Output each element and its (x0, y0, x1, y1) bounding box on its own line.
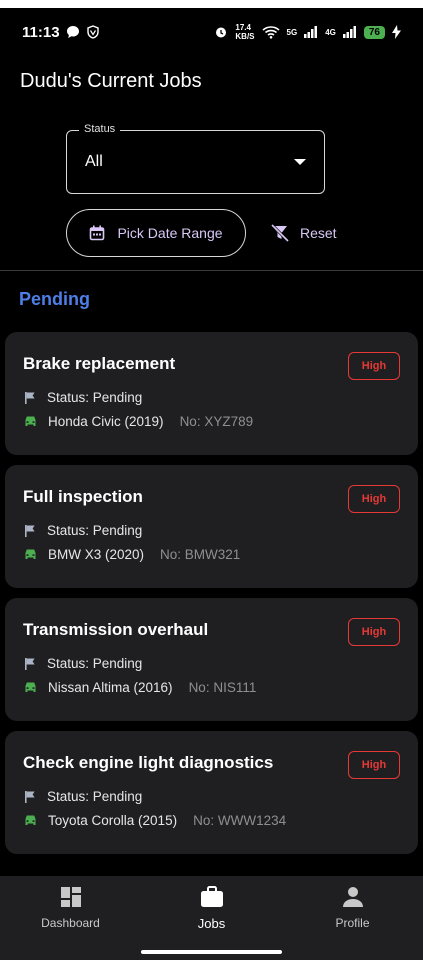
job-status-row: Status: Pending (23, 390, 400, 405)
job-card[interactable]: Check engine light diagnostics High Stat… (5, 731, 418, 854)
flag-icon (23, 524, 37, 538)
job-plate: No: WWW1234 (193, 813, 287, 828)
job-status-row: Status: Pending (23, 789, 400, 804)
signal-icon-1 (304, 26, 318, 38)
filter-off-icon (270, 224, 290, 242)
section-title-pending: Pending (19, 289, 90, 309)
briefcase-icon (200, 886, 224, 908)
job-status-text: Status: Pending (47, 523, 143, 538)
nav-jobs-label: Jobs (197, 916, 226, 931)
job-vehicle-row: Nissan Altima (2016) No: NIS111 (23, 680, 400, 695)
flag-icon (23, 790, 37, 804)
job-status-text: Status: Pending (47, 789, 143, 804)
priority-badge: High (348, 485, 400, 513)
job-card[interactable]: Transmission overhaul High Status: Pendi… (5, 598, 418, 721)
car-icon (23, 681, 38, 694)
priority-badge: High (348, 751, 400, 779)
status-label: Status (79, 123, 121, 135)
dashboard-icon (60, 886, 82, 908)
job-card[interactable]: Brake replacement High Status: Pending H… (5, 332, 418, 455)
net-5g: 5G (286, 27, 298, 37)
caret-down-icon (294, 159, 306, 165)
car-icon (23, 415, 38, 428)
nav-dashboard-label: Dashboard (41, 916, 100, 930)
status-selected-value: All (85, 153, 103, 170)
job-vehicle-row: BMW X3 (2020) No: BMW321 (23, 547, 400, 562)
alarm-icon (214, 25, 228, 39)
job-list: Brake replacement High Status: Pending H… (5, 332, 418, 864)
person-icon (342, 886, 364, 908)
status-right: 17.4 KB/S 5G 4G 76 (214, 23, 401, 41)
pick-date-range-label: Pick Date Range (117, 225, 223, 241)
screen: 11:13 17.4 KB/S 5G 4G 76 Dudu's Current … (0, 0, 423, 960)
nav-dashboard[interactable]: Dashboard (11, 886, 131, 930)
car-icon (23, 814, 38, 827)
net-speed-value: 17.4 (235, 23, 251, 32)
car-icon (23, 548, 38, 561)
job-vehicle: Nissan Altima (2016) (48, 680, 173, 695)
wifi-icon (262, 25, 280, 39)
battery-level: 76 (363, 25, 385, 39)
clock: 11:13 (22, 23, 60, 41)
status-left: 11:13 (22, 24, 100, 41)
job-card[interactable]: Full inspection High Status: Pending BMW… (5, 465, 418, 588)
net-speed: 17.4 KB/S (235, 23, 254, 41)
job-vehicle-row: Toyota Corolla (2015) No: WWW1234 (23, 813, 400, 828)
job-status-text: Status: Pending (47, 656, 143, 671)
net-speed-unit: KB/S (235, 32, 255, 41)
page-title: Dudu's Current Jobs (20, 70, 202, 92)
status-dropdown[interactable]: Status All (66, 123, 325, 194)
job-title: Full inspection (23, 487, 143, 506)
job-status-row: Status: Pending (23, 656, 400, 671)
net-4g: 4G (325, 27, 336, 37)
status-bar: 11:13 17.4 KB/S 5G 4G 76 (0, 14, 423, 50)
flag-icon (23, 657, 37, 671)
nav-jobs[interactable]: Jobs (152, 886, 272, 931)
job-vehicle: BMW X3 (2020) (48, 547, 145, 562)
top-edge (0, 0, 423, 8)
pick-date-range-button[interactable]: Pick Date Range (66, 209, 246, 257)
calendar-icon (89, 225, 105, 241)
charging-icon (392, 25, 401, 39)
job-vehicle-row: Honda Civic (2019) No: XYZ789 (23, 414, 400, 429)
nav-profile-label: Profile (335, 916, 370, 930)
reset-label: Reset (300, 225, 337, 241)
shield-icon (86, 25, 100, 39)
job-title: Transmission overhaul (23, 620, 209, 639)
job-title: Brake replacement (23, 354, 176, 373)
priority-badge: High (348, 352, 400, 380)
job-plate: No: BMW321 (160, 547, 241, 562)
job-status-row: Status: Pending (23, 523, 400, 538)
divider (0, 270, 423, 271)
home-indicator[interactable] (141, 950, 282, 954)
chat-icon (66, 25, 80, 39)
flag-icon (23, 391, 37, 405)
reset-button[interactable]: Reset (270, 218, 337, 248)
job-plate: No: NIS111 (188, 680, 257, 695)
priority-badge: High (348, 618, 400, 646)
signal-icon-2 (342, 26, 357, 38)
nav-profile[interactable]: Profile (293, 886, 413, 930)
bottom-nav: Dashboard Jobs Profile (0, 876, 423, 960)
job-plate: No: XYZ789 (179, 414, 254, 429)
job-status-text: Status: Pending (47, 390, 143, 405)
job-vehicle: Honda Civic (2019) (48, 414, 164, 429)
job-title: Check engine light diagnostics (23, 753, 274, 772)
job-vehicle: Toyota Corolla (2015) (48, 813, 178, 828)
